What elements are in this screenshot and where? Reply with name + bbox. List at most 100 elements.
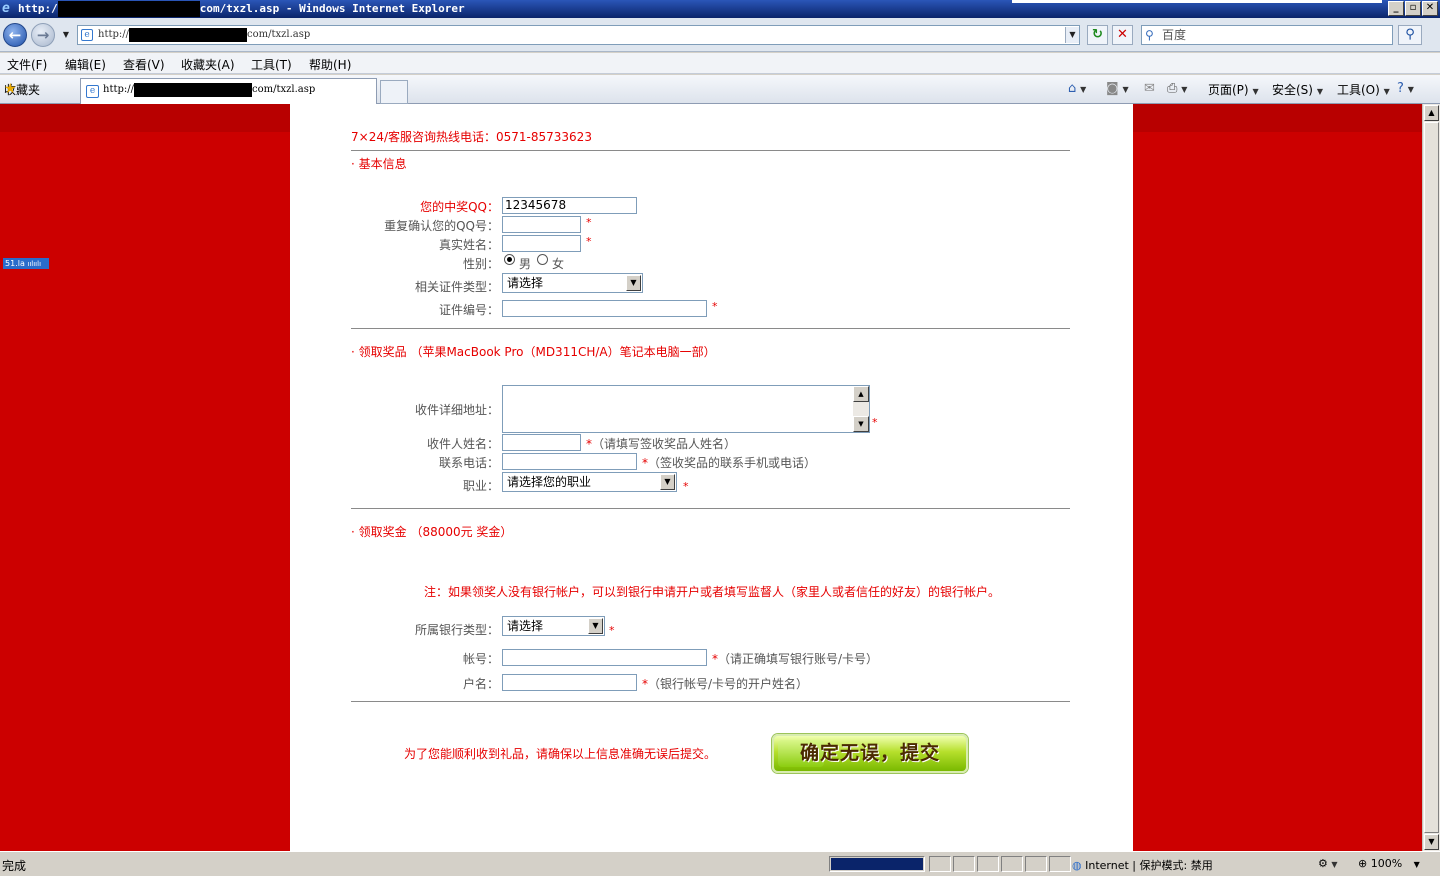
status-cell bbox=[1025, 856, 1047, 872]
page-viewport: 51.la ıılıılı 7×24/客服咨询热线电话：0571-8573362… bbox=[0, 104, 1422, 851]
section-cash-title: · 领取奖金 （88000元 奖金） bbox=[351, 525, 513, 539]
zoom-control[interactable]: ⊕ 100% ▼ bbox=[1358, 857, 1420, 870]
history-dropdown-icon[interactable]: ▼ bbox=[59, 27, 73, 43]
scroll-thumb[interactable] bbox=[1424, 122, 1439, 833]
page-menu-button[interactable]: 页面(P) ▼ bbox=[1208, 81, 1259, 98]
gender-female-radio[interactable] bbox=[537, 254, 548, 265]
menu-help[interactable]: 帮助(H) bbox=[309, 56, 351, 73]
globe-icon: ◍ bbox=[1072, 859, 1082, 872]
submit-button[interactable]: 确定无误，提交 bbox=[772, 734, 968, 773]
counter-badge[interactable]: 51.la ıılıılı bbox=[3, 258, 49, 269]
chevron-down-icon: ▼ bbox=[660, 474, 675, 490]
home-button[interactable]: ⌂ ▼ bbox=[1068, 81, 1086, 96]
holder-label: 户名： bbox=[462, 677, 499, 691]
holder-input[interactable] bbox=[502, 674, 637, 691]
new-tab-button[interactable] bbox=[380, 80, 408, 104]
safety-menu-label: 安全(S) bbox=[1272, 83, 1313, 97]
gender-male-radio[interactable] bbox=[504, 254, 515, 265]
progress-fill bbox=[831, 858, 923, 870]
id-number-input[interactable] bbox=[502, 300, 707, 317]
help-button[interactable]: ? ▼ bbox=[1397, 81, 1414, 96]
feeds-button[interactable]: ◙ ▼ bbox=[1106, 81, 1129, 96]
recipient-hint: *（请填写签收奖品人姓名） bbox=[586, 437, 737, 451]
redacted-domain bbox=[57, 1, 200, 17]
address-dropdown-icon[interactable]: ▼ bbox=[1065, 27, 1079, 43]
account-input[interactable] bbox=[502, 649, 707, 666]
safety-menu-button[interactable]: 安全(S) ▼ bbox=[1272, 81, 1323, 98]
maximize-button[interactable]: ▫ bbox=[1405, 1, 1421, 16]
address-textarea[interactable]: ▲ ▼ bbox=[502, 385, 870, 433]
ie-logo-icon: e bbox=[2, 1, 10, 16]
page-scrollbar[interactable]: ▲ ▼ bbox=[1422, 104, 1440, 851]
address-scrollbar[interactable]: ▲ ▼ bbox=[853, 386, 869, 432]
scroll-down-icon[interactable]: ▼ bbox=[853, 416, 869, 432]
address-input[interactable]: e http:// com/txzl.asp ▼ bbox=[77, 25, 1080, 45]
divider bbox=[351, 508, 1070, 509]
search-input[interactable]: ⚲ 百度 bbox=[1141, 25, 1393, 45]
scroll-up-icon[interactable]: ▲ bbox=[1424, 105, 1439, 121]
recipient-input[interactable] bbox=[502, 434, 581, 451]
menu-view[interactable]: 查看(V) bbox=[123, 56, 165, 73]
divider bbox=[351, 150, 1070, 151]
required-mark: * bbox=[609, 624, 615, 637]
close-button[interactable]: ✕ bbox=[1422, 1, 1438, 16]
section-prize-title: · 领取奖品 （苹果MacBook Pro（MD311CH/A）笔记本电脑一部） bbox=[351, 345, 716, 359]
bank-type-select[interactable]: 请选择 ▼ bbox=[502, 616, 605, 636]
job-label: 职业： bbox=[462, 479, 499, 493]
forward-button[interactable]: → bbox=[31, 23, 55, 47]
settings-icon: ⚙ bbox=[1318, 857, 1328, 870]
menu-tools[interactable]: 工具(T) bbox=[251, 56, 292, 73]
security-zone[interactable]: ◍ Internet | 保护模式: 禁用 bbox=[1072, 857, 1213, 873]
job-select[interactable]: 请选择您的职业 ▼ bbox=[502, 472, 677, 492]
real-name-label: 真实姓名： bbox=[438, 238, 499, 252]
url-prefix: http:// bbox=[98, 29, 129, 40]
status-cell bbox=[977, 856, 999, 872]
popup-settings-button[interactable]: ⚙ ▼ bbox=[1318, 857, 1338, 870]
search-provider-icon: ⚲ bbox=[1145, 28, 1154, 42]
real-name-input[interactable] bbox=[502, 235, 581, 252]
bank-note: 注：如果领奖人没有银行帐户，可以到银行申请开户或者填写监督人（家里人或者信任的好… bbox=[424, 585, 1001, 599]
required-mark: * bbox=[586, 235, 592, 248]
status-bar: 完成 ◍ Internet | 保护模式: 禁用 ⚙ ▼ ⊕ 100% ▼ bbox=[0, 851, 1440, 876]
status-cell bbox=[953, 856, 975, 872]
id-number-label: 证件编号： bbox=[438, 303, 499, 317]
qq-confirm-input[interactable] bbox=[502, 216, 581, 233]
qq-input[interactable]: 12345678 bbox=[502, 197, 637, 214]
recipient-label: 收件人姓名： bbox=[426, 437, 499, 451]
tab-title-suffix: com/txzl.asp bbox=[252, 84, 316, 95]
back-button[interactable]: ← bbox=[3, 23, 27, 47]
address-label: 收件详细地址： bbox=[414, 403, 499, 417]
mail-button[interactable]: ✉ bbox=[1144, 81, 1155, 96]
help-icon: ? bbox=[1397, 81, 1404, 96]
menu-favorites[interactable]: 收藏夹(A) bbox=[181, 56, 235, 73]
scroll-up-icon[interactable]: ▲ bbox=[853, 386, 869, 402]
scroll-down-icon[interactable]: ▼ bbox=[1424, 834, 1439, 850]
menu-file[interactable]: 文件(F) bbox=[7, 56, 47, 73]
zoom-icon: ⊕ bbox=[1358, 857, 1368, 870]
submit-label: 确定无误，提交 bbox=[799, 742, 940, 764]
phone-input[interactable] bbox=[502, 453, 637, 470]
tab-active[interactable]: e http:// com/txzl.asp bbox=[80, 78, 377, 104]
window-title-bar: e http:/ com/txzl.asp - Windows Internet … bbox=[0, 0, 1440, 18]
progress-bar bbox=[829, 856, 925, 872]
minimize-button[interactable]: _ bbox=[1388, 1, 1404, 16]
search-icon[interactable]: ⚲ bbox=[1398, 25, 1422, 45]
id-type-select[interactable]: 请选择 ▼ bbox=[502, 273, 643, 293]
refresh-icon[interactable]: ↻ bbox=[1087, 25, 1108, 45]
tools-menu-button[interactable]: 工具(O) ▼ bbox=[1337, 81, 1390, 98]
redacted-tab-domain bbox=[134, 82, 252, 97]
print-button[interactable]: ⎙ ▼ bbox=[1167, 81, 1187, 96]
rss-icon: ◙ bbox=[1106, 81, 1119, 96]
stop-icon[interactable]: ✕ bbox=[1112, 25, 1133, 45]
window-title-prefix: http:/ bbox=[18, 2, 58, 15]
gender-female-label: 女 bbox=[552, 257, 565, 271]
id-type-label: 相关证件类型： bbox=[414, 280, 499, 294]
favorites-button[interactable]: ★ 收藏夹 bbox=[4, 81, 40, 98]
required-mark: * bbox=[683, 480, 689, 493]
divider bbox=[351, 701, 1070, 702]
menu-edit[interactable]: 编辑(E) bbox=[65, 56, 106, 73]
account-hint: *（请正确填写银行账号/卡号） bbox=[712, 652, 879, 666]
url-suffix: com/txzl.asp bbox=[247, 29, 311, 40]
tab-title-prefix: http:// bbox=[103, 84, 134, 95]
title-bar-strip bbox=[1012, 0, 1382, 3]
